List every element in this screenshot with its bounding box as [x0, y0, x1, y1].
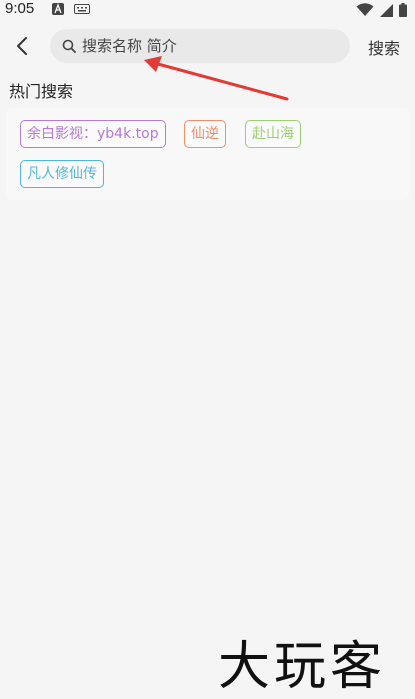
- hot-search-tag[interactable]: 赴山海: [245, 120, 301, 148]
- status-bar: 9:05: [0, 0, 415, 20]
- back-button[interactable]: [8, 32, 36, 60]
- annotation-arrow: [144, 56, 289, 101]
- search-input[interactable]: [80, 36, 344, 56]
- watermark-logo: 大玩客: [218, 637, 387, 697]
- search-toolbar: 搜索: [0, 26, 415, 66]
- search-box[interactable]: [50, 29, 350, 63]
- status-time: 9:05: [5, 0, 35, 17]
- hot-search-title: 热门搜索: [9, 82, 74, 101]
- status-system-icons: [356, 3, 407, 17]
- status-notification-icons: [52, 3, 90, 15]
- hot-search-tag[interactable]: 凡人修仙传: [20, 160, 104, 188]
- hot-search-tags: 余白影视：yb4k.top 仙逆 赴山海 凡人修仙传: [6, 108, 409, 200]
- wifi-icon: [356, 3, 374, 16]
- hot-search-tag[interactable]: 仙逆: [184, 120, 226, 148]
- app-notification-icon: [52, 3, 64, 15]
- chevron-left-icon: [17, 37, 27, 55]
- search-button[interactable]: 搜索: [368, 35, 400, 59]
- battery-icon: [399, 3, 407, 17]
- cellular-signal-icon: [380, 3, 393, 17]
- keyboard-icon: [74, 4, 90, 14]
- hot-search-tag[interactable]: 余白影视：yb4k.top: [20, 120, 166, 148]
- search-icon: [62, 39, 76, 53]
